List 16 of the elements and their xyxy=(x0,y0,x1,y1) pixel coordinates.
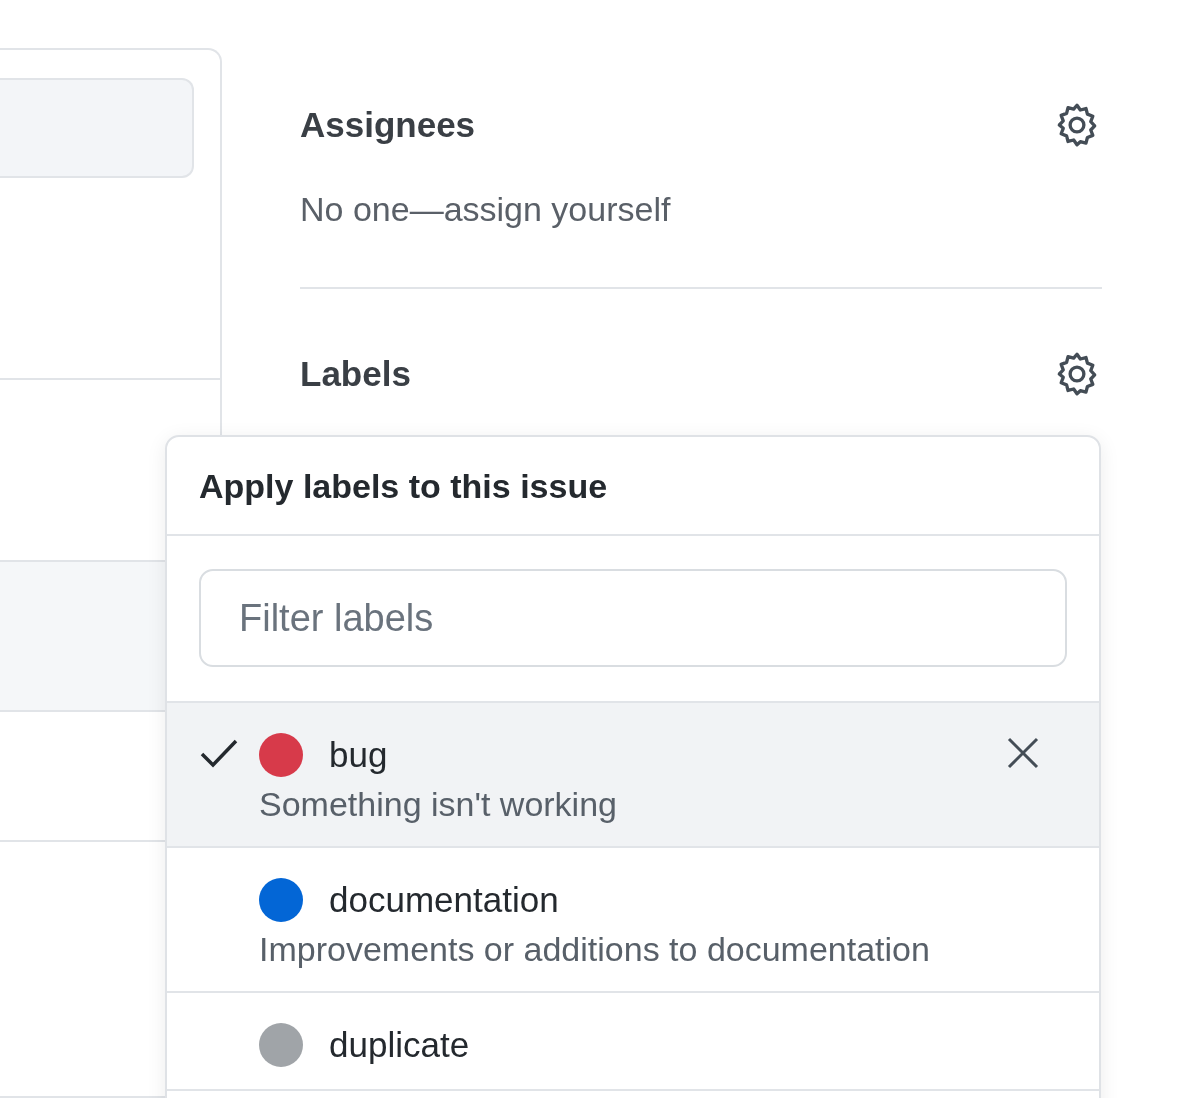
close-icon[interactable] xyxy=(1007,737,1039,769)
label-item[interactable]: bug Something isn't working xyxy=(167,703,1099,848)
label-item[interactable]: documentation Improvements or additions to documentation xyxy=(167,848,1099,993)
label-name: duplicate xyxy=(329,1025,470,1065)
label-name: bug xyxy=(329,735,388,775)
filter-field[interactable]: Filter labels xyxy=(199,569,1067,667)
label-description: Something isn't working xyxy=(259,785,618,824)
label-item[interactable]: duplicate xyxy=(167,993,1099,1091)
input-field[interactable] xyxy=(0,78,194,178)
section-title: Assignees xyxy=(300,105,476,145)
section-title: Labels xyxy=(300,354,411,394)
menu-title: Apply labels to this issue xyxy=(167,437,1099,536)
assignee-link[interactable]: No one—assign yourself xyxy=(300,190,1102,229)
label-description: Improvements or additions to documentation xyxy=(259,930,931,969)
check-icon xyxy=(199,737,239,769)
label-name: documentation xyxy=(329,880,559,920)
